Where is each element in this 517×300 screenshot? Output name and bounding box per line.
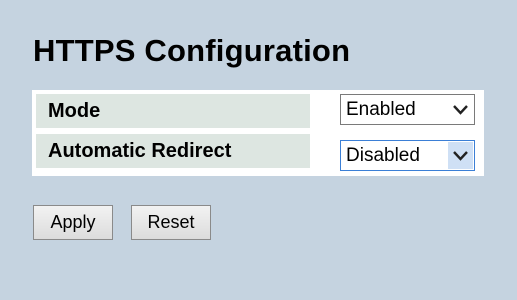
mode-label: Mode [36, 94, 310, 128]
mode-select[interactable]: Enabled [340, 94, 475, 125]
chevron-down-icon [448, 96, 473, 123]
reset-button[interactable]: Reset [131, 205, 211, 240]
automatic-redirect-select[interactable]: Disabled [340, 140, 475, 171]
automatic-redirect-selected-value: Disabled [346, 145, 420, 166]
https-config-table: Mode Enabled Automatic Redirect Disabled [32, 90, 484, 176]
mode-selected-value: Enabled [346, 99, 416, 120]
chevron-down-icon [448, 142, 473, 169]
automatic-redirect-label: Automatic Redirect [36, 134, 310, 168]
page-title: HTTPS Configuration [33, 33, 351, 68]
automatic-redirect-value-cell: Disabled [316, 134, 480, 171]
mode-value-cell: Enabled [316, 94, 480, 128]
apply-button[interactable]: Apply [33, 205, 113, 240]
